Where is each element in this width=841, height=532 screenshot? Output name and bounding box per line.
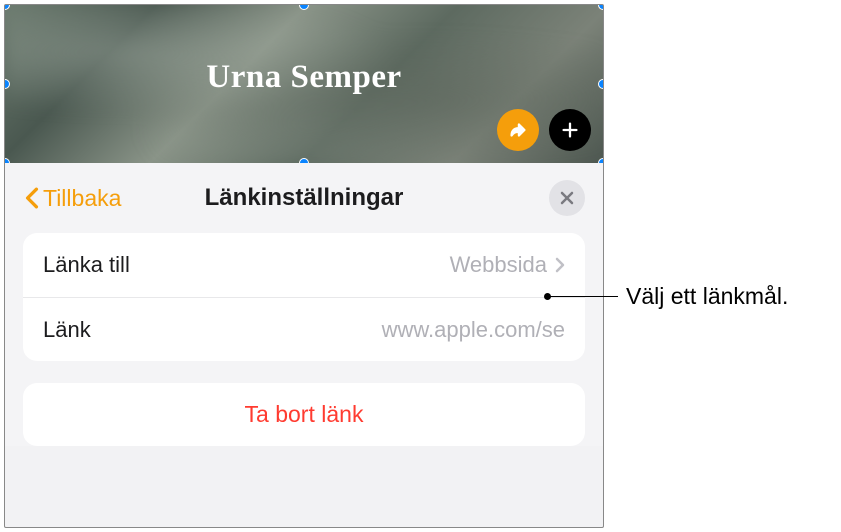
back-button[interactable]: Tillbaka	[25, 185, 121, 212]
callout: Välj ett länkmål.	[548, 283, 788, 310]
link-to-label: Länka till	[43, 252, 130, 278]
share-button[interactable]	[497, 109, 539, 151]
action-card: Ta bort länk	[23, 383, 585, 446]
chevron-right-icon	[555, 257, 565, 273]
close-icon	[559, 190, 575, 206]
document-banner: Urna Semper	[5, 5, 603, 163]
settings-card: Länka till Webbsida Länk www.apple.com/s…	[23, 233, 585, 361]
link-url-label: Länk	[43, 317, 91, 343]
link-url-value-wrap: www.apple.com/se	[382, 317, 565, 343]
back-label: Tillbaka	[43, 185, 121, 212]
panel-title: Länkinställningar	[205, 184, 404, 212]
link-to-row[interactable]: Länka till Webbsida	[23, 233, 585, 297]
link-to-value-wrap: Webbsida	[450, 252, 565, 278]
device-frame: Urna Semper	[4, 4, 604, 528]
add-button[interactable]	[549, 109, 591, 151]
panel-header: Tillbaka Länkinställningar	[5, 163, 603, 233]
link-to-value: Webbsida	[450, 252, 547, 278]
remove-link-button[interactable]: Ta bort länk	[23, 383, 585, 446]
close-button[interactable]	[549, 180, 585, 216]
plus-icon	[559, 119, 581, 141]
banner-title: Urna Semper	[206, 59, 401, 96]
chevron-left-icon	[25, 187, 39, 209]
link-url-value: www.apple.com/se	[382, 317, 565, 343]
floating-buttons	[497, 109, 591, 151]
share-arrow-icon	[507, 119, 529, 141]
callout-text: Välj ett länkmål.	[626, 283, 788, 310]
callout-line	[548, 296, 618, 297]
link-settings-panel: Tillbaka Länkinställningar Länka till We…	[5, 163, 603, 446]
link-url-row[interactable]: Länk www.apple.com/se	[23, 297, 585, 361]
